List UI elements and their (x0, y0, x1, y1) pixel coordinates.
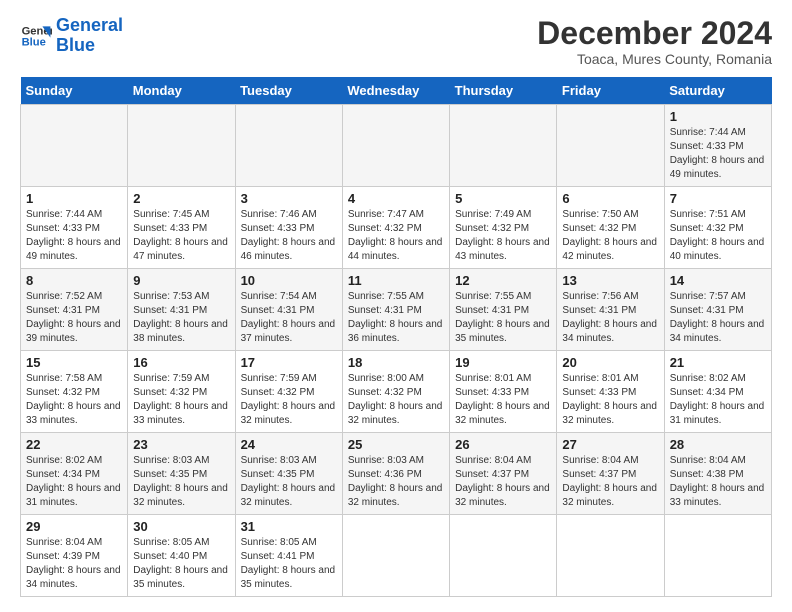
table-row: 24Sunrise: 8:03 AMSunset: 4:35 PMDayligh… (235, 433, 342, 515)
logo: General Blue GeneralBlue (20, 16, 123, 56)
empty-cell (342, 515, 449, 597)
week-row-4: 15Sunrise: 7:58 AMSunset: 4:32 PMDayligh… (21, 351, 772, 433)
table-row: 11Sunrise: 7:55 AMSunset: 4:31 PMDayligh… (342, 269, 449, 351)
empty-cell (342, 105, 449, 187)
table-row: 18Sunrise: 8:00 AMSunset: 4:32 PMDayligh… (342, 351, 449, 433)
col-wednesday: Wednesday (342, 77, 449, 105)
calendar-table: Sunday Monday Tuesday Wednesday Thursday… (20, 77, 772, 597)
table-row: 1Sunrise: 7:44 AMSunset: 4:33 PMDaylight… (21, 187, 128, 269)
table-row: 10Sunrise: 7:54 AMSunset: 4:31 PMDayligh… (235, 269, 342, 351)
week-row-1: 1Sunrise: 7:44 AMSunset: 4:33 PMDaylight… (21, 105, 772, 187)
table-row: 3Sunrise: 7:46 AMSunset: 4:33 PMDaylight… (235, 187, 342, 269)
table-row: 30Sunrise: 8:05 AMSunset: 4:40 PMDayligh… (128, 515, 235, 597)
table-row: 28Sunrise: 8:04 AMSunset: 4:38 PMDayligh… (664, 433, 771, 515)
table-row: 2Sunrise: 7:45 AMSunset: 4:33 PMDaylight… (128, 187, 235, 269)
table-row: 20Sunrise: 8:01 AMSunset: 4:33 PMDayligh… (557, 351, 664, 433)
table-row: 6Sunrise: 7:50 AMSunset: 4:32 PMDaylight… (557, 187, 664, 269)
title-area: December 2024 Toaca, Mures County, Roman… (537, 16, 772, 67)
empty-cell (450, 105, 557, 187)
table-row: 5Sunrise: 7:49 AMSunset: 4:32 PMDaylight… (450, 187, 557, 269)
table-row: 17Sunrise: 7:59 AMSunset: 4:32 PMDayligh… (235, 351, 342, 433)
table-row: 4Sunrise: 7:47 AMSunset: 4:32 PMDaylight… (342, 187, 449, 269)
header: General Blue GeneralBlue December 2024 T… (20, 16, 772, 67)
col-sunday: Sunday (21, 77, 128, 105)
col-friday: Friday (557, 77, 664, 105)
table-row: 27Sunrise: 8:04 AMSunset: 4:37 PMDayligh… (557, 433, 664, 515)
empty-cell (557, 105, 664, 187)
empty-cell (557, 515, 664, 597)
empty-cell (235, 105, 342, 187)
table-row: 22Sunrise: 8:02 AMSunset: 4:34 PMDayligh… (21, 433, 128, 515)
table-row: 19Sunrise: 8:01 AMSunset: 4:33 PMDayligh… (450, 351, 557, 433)
table-row: 12Sunrise: 7:55 AMSunset: 4:31 PMDayligh… (450, 269, 557, 351)
week-row-3: 8Sunrise: 7:52 AMSunset: 4:31 PMDaylight… (21, 269, 772, 351)
empty-cell (450, 515, 557, 597)
table-row: 7Sunrise: 7:51 AMSunset: 4:32 PMDaylight… (664, 187, 771, 269)
empty-cell (128, 105, 235, 187)
table-row: 26Sunrise: 8:04 AMSunset: 4:37 PMDayligh… (450, 433, 557, 515)
table-row: 14Sunrise: 7:57 AMSunset: 4:31 PMDayligh… (664, 269, 771, 351)
table-row: 23Sunrise: 8:03 AMSunset: 4:35 PMDayligh… (128, 433, 235, 515)
table-row: 13Sunrise: 7:56 AMSunset: 4:31 PMDayligh… (557, 269, 664, 351)
table-row: 1Sunrise: 7:44 AMSunset: 4:33 PMDaylight… (664, 105, 771, 187)
week-row-6: 29Sunrise: 8:04 AMSunset: 4:39 PMDayligh… (21, 515, 772, 597)
empty-cell (664, 515, 771, 597)
table-row: 31Sunrise: 8:05 AMSunset: 4:41 PMDayligh… (235, 515, 342, 597)
location: Toaca, Mures County, Romania (537, 51, 772, 67)
header-row: Sunday Monday Tuesday Wednesday Thursday… (21, 77, 772, 105)
logo-icon: General Blue (20, 20, 52, 52)
week-row-5: 22Sunrise: 8:02 AMSunset: 4:34 PMDayligh… (21, 433, 772, 515)
svg-text:Blue: Blue (22, 36, 46, 48)
month-title: December 2024 (537, 16, 772, 51)
col-monday: Monday (128, 77, 235, 105)
empty-cell (21, 105, 128, 187)
table-row: 8Sunrise: 7:52 AMSunset: 4:31 PMDaylight… (21, 269, 128, 351)
table-row: 25Sunrise: 8:03 AMSunset: 4:36 PMDayligh… (342, 433, 449, 515)
week-row-2: 1Sunrise: 7:44 AMSunset: 4:33 PMDaylight… (21, 187, 772, 269)
table-row: 16Sunrise: 7:59 AMSunset: 4:32 PMDayligh… (128, 351, 235, 433)
col-thursday: Thursday (450, 77, 557, 105)
logo-text: GeneralBlue (56, 16, 123, 56)
table-row: 29Sunrise: 8:04 AMSunset: 4:39 PMDayligh… (21, 515, 128, 597)
page-container: General Blue GeneralBlue December 2024 T… (0, 0, 792, 607)
table-row: 21Sunrise: 8:02 AMSunset: 4:34 PMDayligh… (664, 351, 771, 433)
table-row: 15Sunrise: 7:58 AMSunset: 4:32 PMDayligh… (21, 351, 128, 433)
table-row: 9Sunrise: 7:53 AMSunset: 4:31 PMDaylight… (128, 269, 235, 351)
col-tuesday: Tuesday (235, 77, 342, 105)
col-saturday: Saturday (664, 77, 771, 105)
